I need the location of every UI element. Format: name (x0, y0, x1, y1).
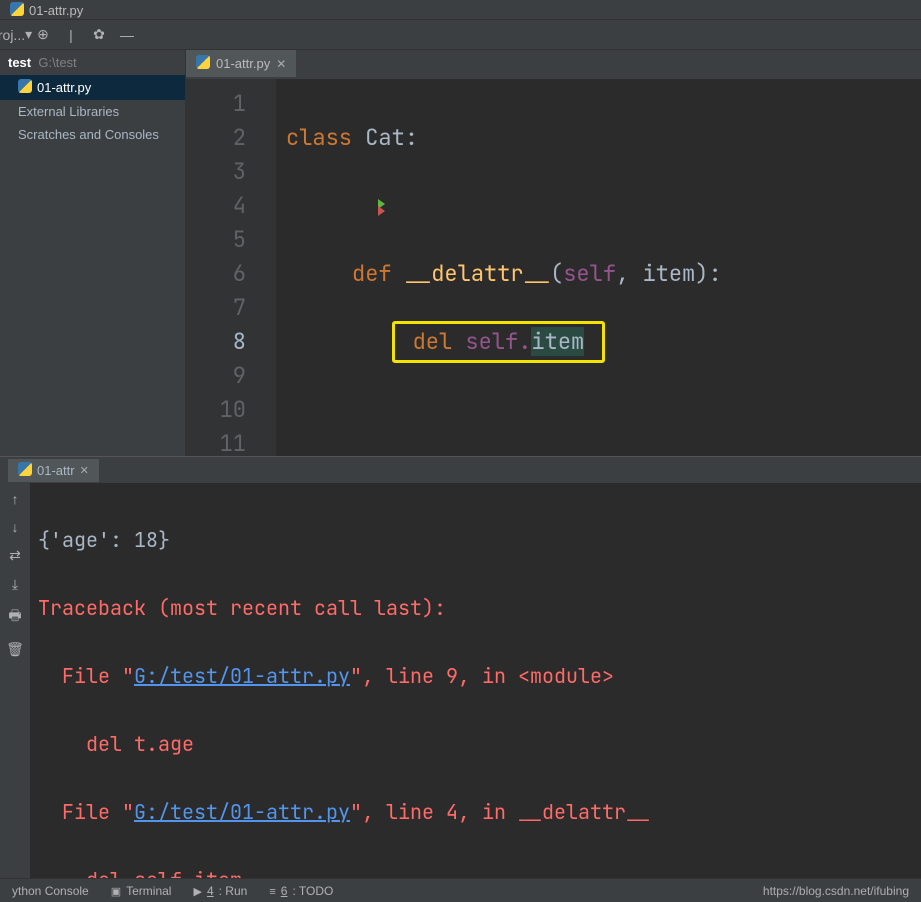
item-label: Scratches and Consoles (18, 127, 159, 142)
print-icon[interactable]: 🖶 (8, 605, 21, 629)
close-icon[interactable]: ✕ (276, 57, 286, 71)
traceback-link[interactable]: G:/test/01-attr.py (134, 799, 350, 825)
trash-icon[interactable]: 🗑 (6, 641, 24, 658)
line-number-gutter[interactable]: 1 2 3 4 5 6 7 8 9 10 11 (186, 79, 276, 456)
scroll-icon[interactable]: ⤓ (12, 576, 18, 593)
gear-icon[interactable]: ✿ (90, 26, 108, 44)
run-gutter-icon[interactable] (244, 157, 388, 259)
console-tab[interactable]: 01-attr ✕ (8, 459, 99, 482)
project-root[interactable]: test G:\test (0, 50, 185, 75)
window-tab[interactable]: 01-attr.py (0, 1, 93, 19)
todo-button[interactable]: 6: TODO (269, 884, 333, 898)
highlight-box: del self.item (392, 321, 606, 363)
console-tab-label: 01-attr (37, 463, 75, 478)
project-name: test (8, 55, 31, 70)
console-output[interactable]: {'age': 18} Traceback (most recent call … (30, 483, 921, 878)
python-icon (18, 79, 32, 96)
python-icon (18, 462, 32, 479)
close-icon[interactable]: ✕ (80, 464, 89, 477)
project-path: G:\test (35, 55, 77, 70)
wrap-icon[interactable]: ⇄ (9, 547, 21, 564)
terminal-button[interactable]: Terminal (111, 884, 172, 898)
editor-pane: 01-attr.py ✕ 1 2 3 4 5 6 7 8 9 10 11 cla… (186, 50, 921, 456)
file-label: 01-attr.py (37, 80, 91, 95)
up-arrow-icon[interactable]: ↑ (12, 491, 19, 507)
external-libraries[interactable]: External Libraries (0, 100, 185, 123)
console-toolbar: ↑ ↓ ⇄ ⤓ 🖶 🗑 (0, 483, 30, 878)
toolbar: roj...▾ ⊕ | ✿ — (0, 20, 921, 50)
python-console-button[interactable]: ython Console (12, 884, 89, 898)
watermark: https://blog.csdn.net/ifubing (763, 884, 909, 898)
python-icon (10, 2, 24, 19)
window-tab-label: 01-attr.py (29, 3, 83, 18)
project-dropdown[interactable]: roj...▾ (6, 26, 24, 44)
traceback-link[interactable]: G:/test/01-attr.py (134, 663, 350, 689)
down-arrow-icon[interactable]: ↓ (12, 519, 19, 535)
file-item-01-attr[interactable]: 01-attr.py (0, 75, 185, 100)
item-label: External Libraries (18, 104, 119, 119)
python-icon (196, 55, 210, 72)
scratches-consoles[interactable]: Scratches and Consoles (0, 123, 185, 146)
run-console-panel: 01-attr ✕ ↑ ↓ ⇄ ⤓ 🖶 🗑 {'age': 18} Traceb… (0, 456, 921, 878)
terminal-icon (111, 884, 121, 898)
run-button[interactable]: 4: Run (193, 884, 247, 898)
separator: | (62, 26, 80, 44)
editor-tab[interactable]: 01-attr.py ✕ (186, 50, 296, 79)
play-icon (193, 884, 201, 898)
project-sidebar: test G:\test 01-attr.py External Librari… (0, 50, 186, 456)
todo-icon (269, 884, 275, 898)
bottom-toolbar: ython Console Terminal 4: Run 6: TODO ht… (0, 878, 921, 902)
code-editor[interactable]: class Cat: def __delattr__(self, item): … (276, 79, 921, 456)
minimize-icon[interactable]: — (118, 26, 136, 44)
editor-tab-label: 01-attr.py (216, 56, 270, 71)
target-icon[interactable]: ⊕ (34, 26, 52, 44)
